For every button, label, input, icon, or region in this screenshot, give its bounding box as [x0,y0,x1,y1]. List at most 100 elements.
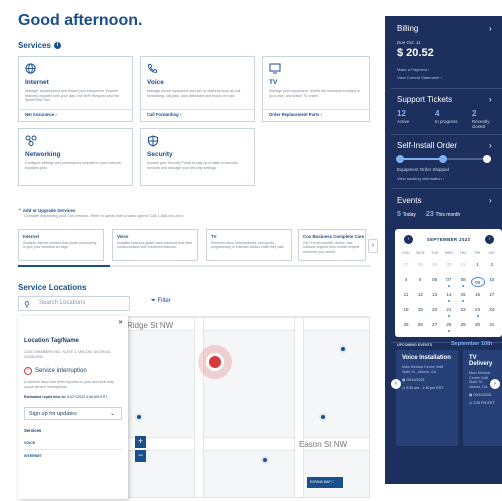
close-icon[interactable]: ✕ [118,319,123,326]
search-locations-input[interactable]: ⚲ Search Locations [18,296,130,311]
calendar-day[interactable]: 2 [485,262,499,267]
chevron-right-icon[interactable]: › [489,24,492,33]
next-month-button[interactable]: › [485,235,494,244]
calendar-day[interactable]: 27 [399,262,413,267]
alert-description: A network issue has been reported in you… [24,380,115,389]
service-card-networking[interactable]: Networking Configure settings and permis… [18,128,133,186]
upgrade-card-tv[interactable]: TV Premium news, entertainment, and sport… [206,229,292,261]
calendar-day[interactable]: 1 [471,262,485,267]
carousel-next-button[interactable]: › [368,239,378,253]
globe-icon [25,63,126,75]
location-pin[interactable] [319,413,327,421]
calendar-day[interactable]: 17 [485,292,499,297]
event-dot [462,285,465,287]
events-next-button[interactable]: › [490,379,500,389]
carousel-scroll-thumb[interactable] [18,265,110,267]
event-date: ▦ 09/10/2023 [402,378,425,383]
calendar-day[interactable]: 13 [428,292,442,297]
weekday-label: THU [459,251,467,255]
location-pin[interactable] [339,345,347,353]
calendar-day[interactable]: 29 [456,322,470,327]
weekday-label: SAT [488,251,496,255]
make-payment-link[interactable]: Make a Payment › [397,67,429,72]
calendar-day[interactable]: 07 [442,277,456,282]
zoom-in-button[interactable]: + [135,436,146,448]
calendar-day[interactable]: 18 [399,307,413,312]
calendar-day[interactable]: 30 [471,322,485,327]
estimated-repair: Estimated repair time to: 01/27/2023 4:5… [24,395,108,399]
support-tickets-heading: Support Tickets [397,95,453,104]
calendar-day[interactable]: 21 [442,307,456,312]
location-pin[interactable] [135,413,143,421]
service-card-voice[interactable]: Voice Manage phone equipment and set up … [140,56,255,122]
calendar-day[interactable]: 4 [399,277,413,282]
card-desc: Access your Security Portal to stay up t… [147,161,238,170]
weekday-label: MON [416,251,425,255]
calendar-day[interactable]: 31 [485,322,499,327]
event-card[interactable]: Voice Installation Main Medical Centre 3… [396,350,458,446]
calendar-day[interactable]: 29 [428,262,442,267]
event-dot [447,330,450,332]
calendar-day[interactable]: 30 [442,262,456,267]
calendar-day[interactable]: 27 [428,322,442,327]
expand-map-button[interactable]: EXPAND MAP ⛶ [307,477,343,488]
calendar-day[interactable]: 16 [471,292,485,297]
location-pin[interactable] [261,456,269,464]
filter-button[interactable]: ⏷ Filter [151,298,171,305]
calendar-day[interactable]: 10 [485,277,499,282]
calendar-day[interactable]: 08 [456,277,470,282]
calendar-day[interactable]: 11 [399,292,413,297]
calendar-day[interactable]: 14 [442,292,456,297]
upgrade-desc: Get IT-level network, device, and softwa… [303,241,360,254]
card-desc: Manage phone equipment and set up featur… [147,89,241,98]
info-icon[interactable]: i [53,42,61,49]
chevron-right-icon[interactable]: › [489,141,492,150]
map-street [194,317,204,497]
billing-heading: Billing [397,24,419,33]
tracking-link[interactable]: View tracking information › [397,176,444,181]
event-card[interactable]: TV Delivery Main Medical Centre 3rd8 Sta… [463,350,502,446]
call-forwarding-link[interactable]: Call Forwarding › [147,112,181,117]
service-item-internet[interactable]: INTERNET [24,454,122,458]
calendar-day[interactable]: 31 [456,262,470,267]
calendar-day[interactable]: 15 [456,292,470,297]
event-title: TV Delivery [469,355,493,367]
zoom-out-button[interactable]: − [135,450,146,462]
outage-pin[interactable] [206,353,224,371]
service-item-voice[interactable]: VOICE [24,441,122,445]
calendar-day[interactable]: 09 [470,277,485,287]
view-statement-link[interactable]: View Current Statement › [397,75,442,80]
service-card-internet[interactable]: Internet Manage, troubleshoot and restar… [18,56,133,122]
calendar-day[interactable]: 22 [456,307,470,312]
events-calendar: ‹ SEPTEMBER 2023 › SUN MON TUE WED THU FRI SAT… [395,229,502,337]
calendar-day[interactable]: 26 [413,322,427,327]
tv-icon [269,63,363,75]
calendar-day[interactable]: 12 [413,292,427,297]
calendar-day[interactable]: 5 [413,277,427,282]
calendar-day[interactable]: 28 [413,262,427,267]
calendar-day[interactable]: 25 [399,322,413,327]
tickets-active-label: Active [397,119,410,124]
chevron-down-icon: ⌄ [109,411,115,417]
calendar-day[interactable]: 23 [471,307,485,312]
upgrade-card-voice[interactable]: Voice Scalable business-grade voice solut… [112,229,198,261]
calendar-day[interactable]: 28 [442,322,456,327]
greeting-heading: Good afternoon. [18,12,143,29]
upcoming-date: September 10th [451,341,493,347]
upgrade-card-complete-care[interactable]: Cox Business Complete Care Get IT-level n… [298,229,366,261]
calendar-day[interactable]: 24 [485,307,499,312]
calendar-day[interactable]: 20 [428,307,442,312]
signup-updates-dropdown[interactable]: Sign up for updates ⌄ [24,407,122,420]
service-card-tv[interactable]: TV Manage your equipment, review the cha… [262,56,370,122]
services-label: Services [24,428,42,433]
order-parts-link[interactable]: Order Replacement Parts › [269,112,322,117]
events-prev-button[interactable]: ‹ [391,379,401,389]
upgrade-card-internet[interactable]: Internet Scalable internet services that … [18,229,104,261]
service-card-security[interactable]: Security Access your Security Portal to … [140,128,255,186]
chevron-right-icon[interactable]: › [489,196,492,205]
net-assurance-link[interactable]: Net Assurance › [25,112,57,117]
calendar-day[interactable]: 19 [413,307,427,312]
chevron-right-icon[interactable]: › [489,95,492,104]
calendar-day[interactable]: 06 [428,277,442,282]
event-dot [447,315,450,317]
